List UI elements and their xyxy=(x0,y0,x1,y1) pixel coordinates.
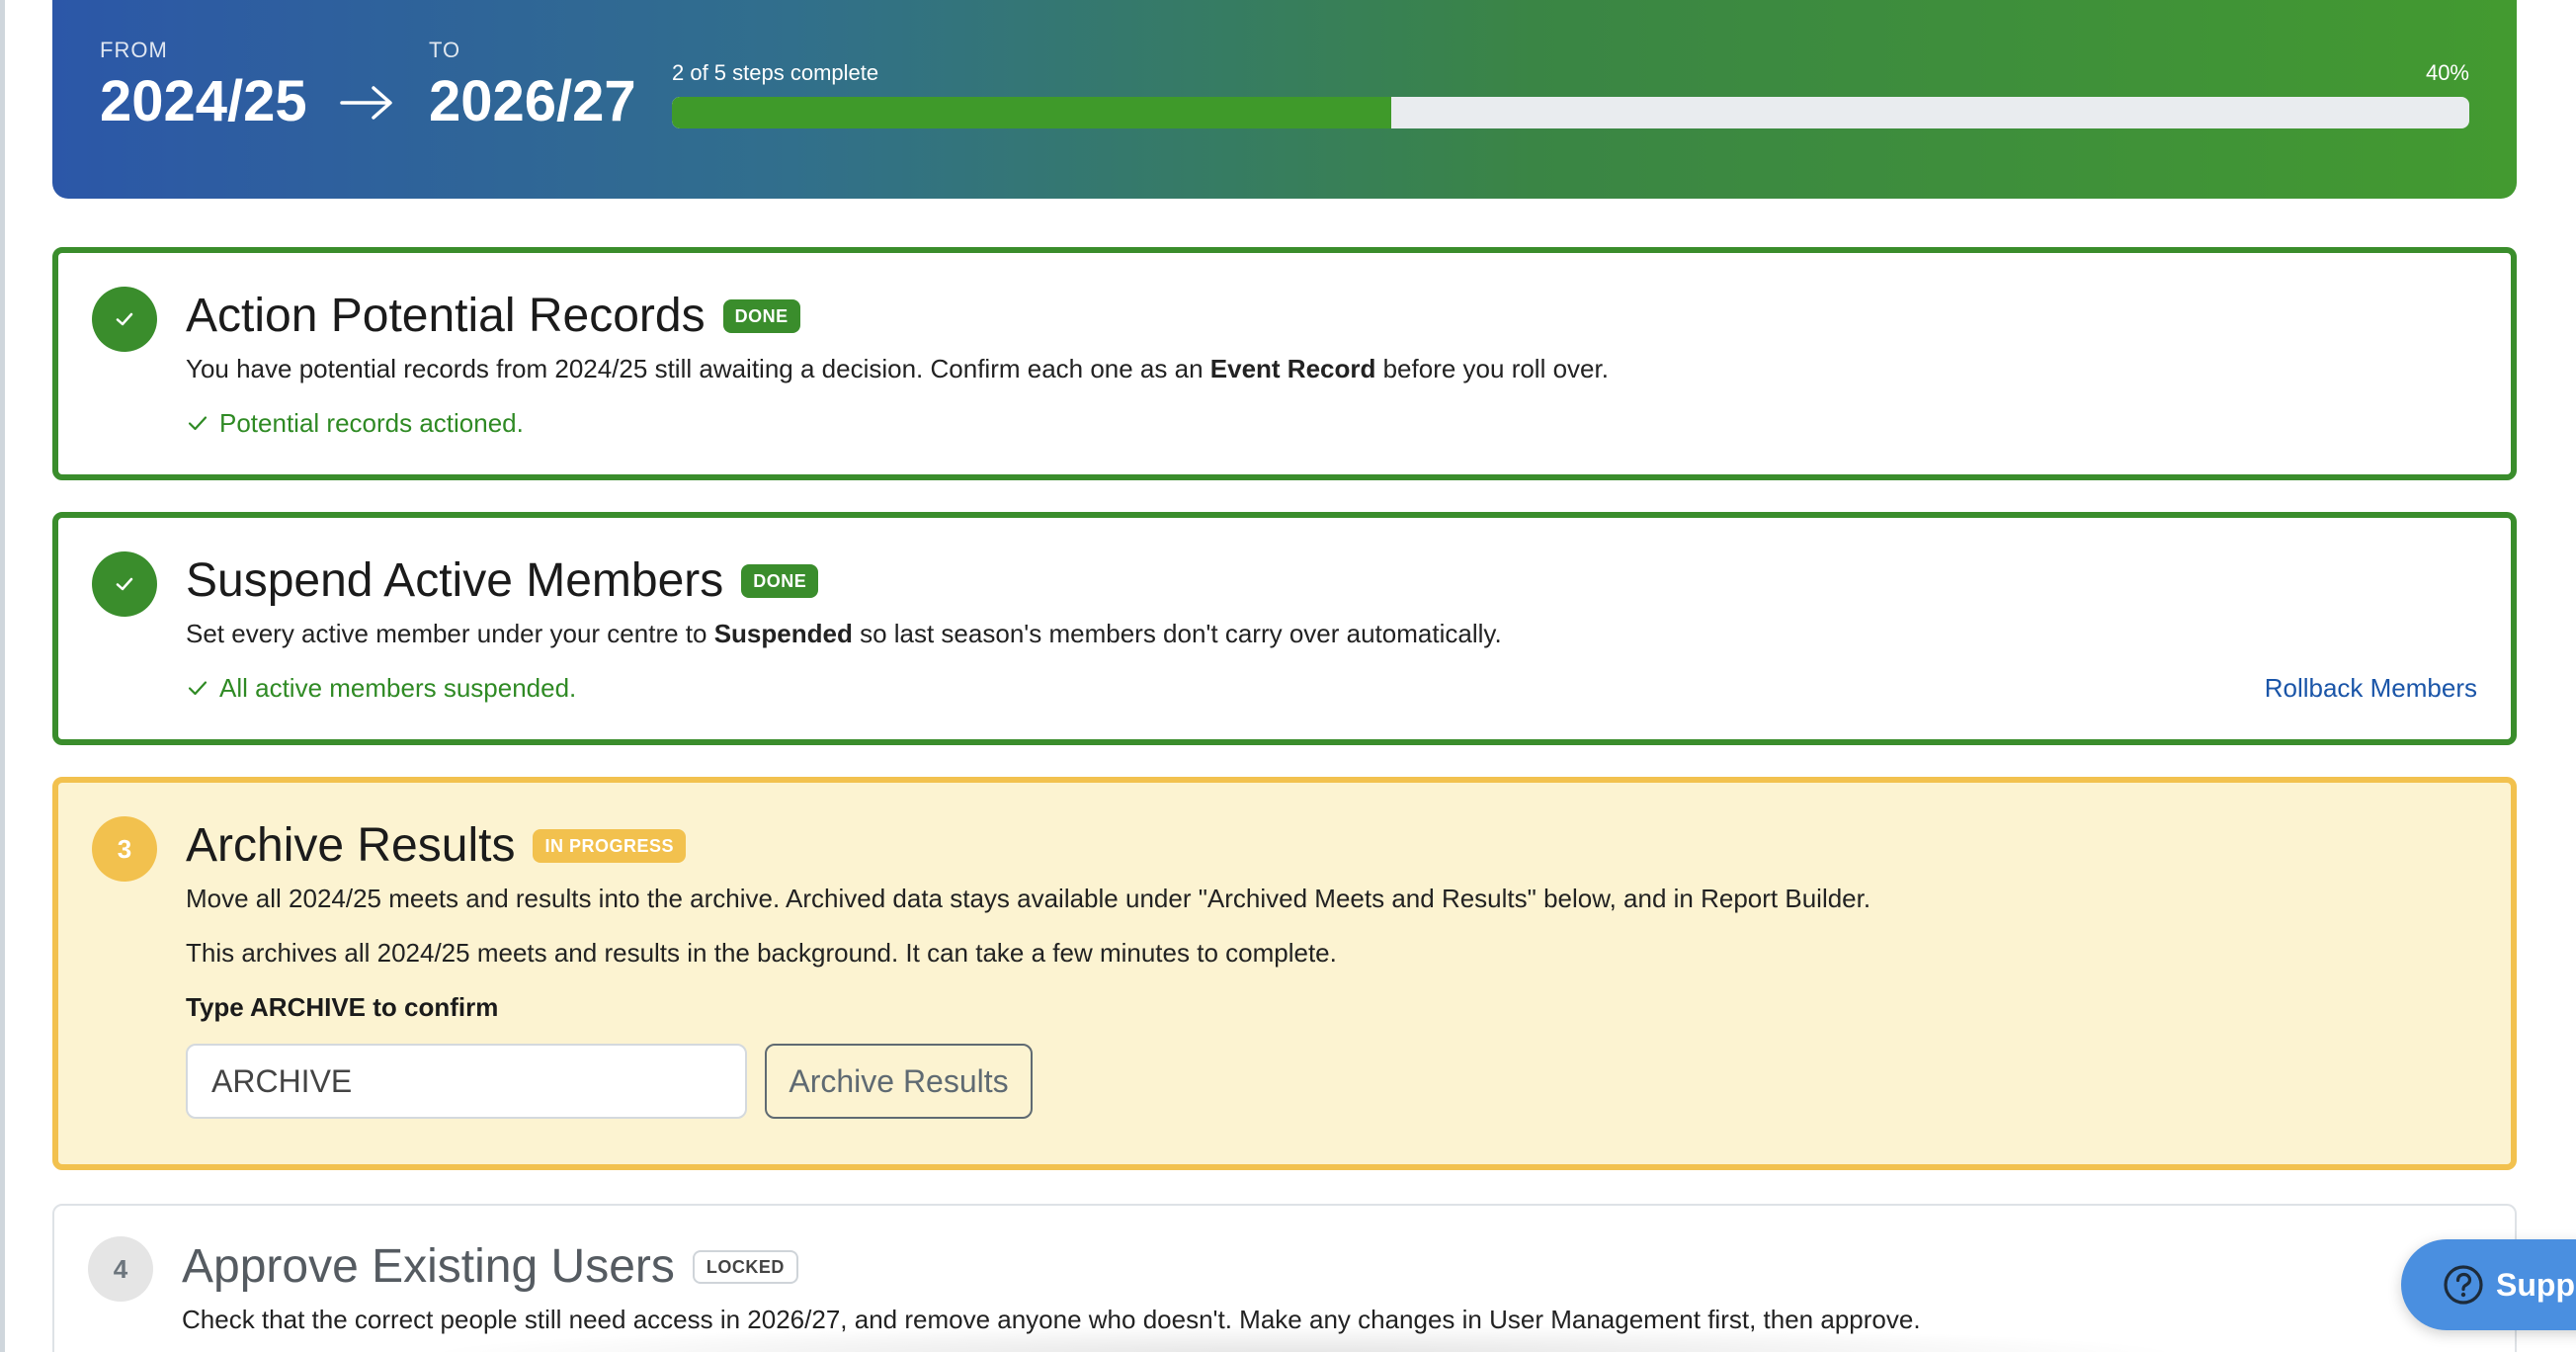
to-label: TO xyxy=(429,38,461,62)
archive-confirm-input[interactable] xyxy=(186,1044,747,1119)
step-note: This archives all 2024/25 meets and resu… xyxy=(186,938,1337,968)
progress-bar xyxy=(672,97,2469,128)
rollover-page: FROM 2024/25 TO 2026/27 2 of 5 steps com… xyxy=(0,0,2576,1352)
description-emphasis: Suspended xyxy=(713,619,853,648)
status-badge-locked: LOCKED xyxy=(692,1250,798,1284)
description-text: Set every active member under your centr… xyxy=(186,619,714,648)
step-header: Action Potential Records DONE xyxy=(186,289,800,344)
progress-bar-fill xyxy=(672,97,1391,128)
from-label: FROM xyxy=(100,38,168,62)
to-season: TO 2026/27 xyxy=(429,38,636,134)
step-description: Set every active member under your centr… xyxy=(186,617,1502,650)
check-icon xyxy=(116,577,133,591)
status-text: Potential records actioned. xyxy=(219,408,524,438)
support-button[interactable]: Supp xyxy=(2401,1239,2576,1330)
check-icon xyxy=(188,681,208,696)
description-emphasis: Event Record xyxy=(1209,354,1376,383)
step-title: Action Potential Records xyxy=(186,290,706,342)
step-number-badge: 4 xyxy=(88,1236,153,1302)
step-title: Approve Existing Users xyxy=(182,1240,675,1293)
season-rollover-banner: FROM 2024/25 TO 2026/27 2 of 5 steps com… xyxy=(52,0,2517,199)
step-description: Move all 2024/25 meets and results into … xyxy=(186,884,1871,913)
step-card-suspend-active-members: Suspend Active Members DONE Set every ac… xyxy=(52,512,2517,745)
step-status-message: Potential records actioned. xyxy=(186,406,524,440)
step-status-message: All active members suspended. xyxy=(186,671,576,705)
step-description: You have potential records from 2024/25 … xyxy=(186,352,1609,385)
left-border xyxy=(0,0,5,1352)
archive-results-button[interactable]: Archive Results xyxy=(765,1044,1033,1119)
status-badge-done: DONE xyxy=(722,299,800,333)
step-header: Archive Results IN PROGRESS xyxy=(186,818,686,874)
step-header: Suspend Active Members DONE xyxy=(186,553,819,609)
step-card-archive-results: 3 Archive Results IN PROGRESS Move all 2… xyxy=(52,777,2517,1170)
from-season: FROM 2024/25 xyxy=(100,38,307,134)
rollback-members-link[interactable]: Rollback Members xyxy=(2265,671,2477,705)
status-badge-done: DONE xyxy=(741,564,819,598)
check-icon xyxy=(116,312,133,326)
step-complete-check-icon xyxy=(92,287,157,352)
status-badge-in-progress: IN PROGRESS xyxy=(533,829,686,863)
step-title: Archive Results xyxy=(186,819,516,872)
step-header: Approve Existing Users LOCKED xyxy=(182,1239,798,1295)
step-card-action-potential-records: Action Potential Records DONE You have p… xyxy=(52,247,2517,480)
description-text-end: before you roll over. xyxy=(1375,354,1609,383)
description-text-end: so last season's members don't carry ove… xyxy=(852,619,1502,648)
support-label: Supp xyxy=(2496,1266,2575,1303)
arrow-right-icon xyxy=(340,86,392,120)
status-text: All active members suspended. xyxy=(219,673,577,703)
confirm-label: Type ARCHIVE to confirm xyxy=(186,992,499,1022)
step-complete-check-icon xyxy=(92,551,157,617)
question-circle-icon xyxy=(2444,1265,2483,1305)
from-season-value: 2024/25 xyxy=(100,69,307,133)
step-number-badge: 3 xyxy=(92,816,157,882)
progress-percent: 40% xyxy=(2425,60,2469,85)
step-title: Suspend Active Members xyxy=(186,554,724,607)
progress-steps-text: 2 of 5 steps complete xyxy=(672,60,879,85)
check-icon xyxy=(188,416,208,431)
to-season-value: 2026/27 xyxy=(429,69,636,133)
description-text: You have potential records from 2024/25 … xyxy=(186,354,1210,383)
